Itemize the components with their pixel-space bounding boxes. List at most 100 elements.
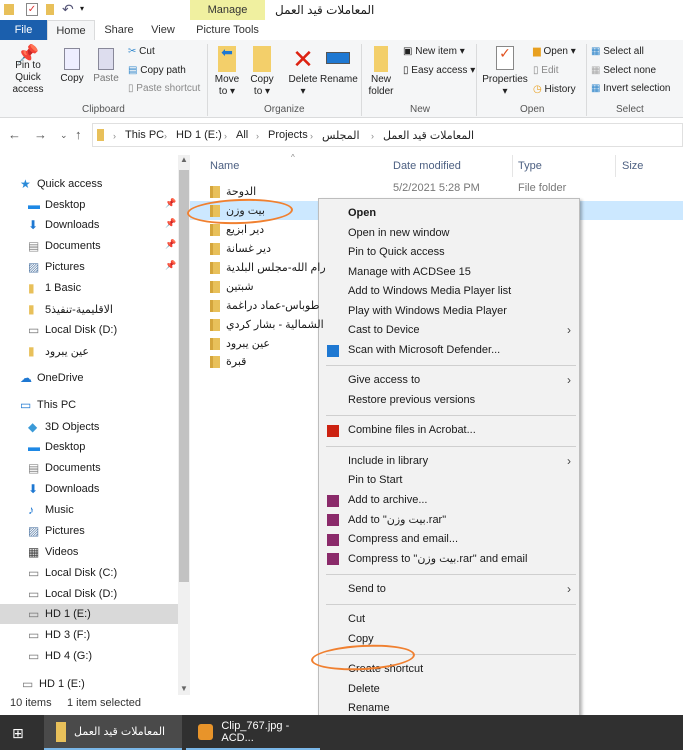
context-menu-item[interactable]: Open (319, 204, 579, 224)
file-row[interactable]: دير غسانة (210, 239, 271, 258)
new-folder-button[interactable]: New folder (364, 46, 398, 98)
properties-button[interactable]: ✓ Properties ▾ (482, 46, 528, 98)
new-item-button[interactable]: ▣ New item ▾ (403, 46, 465, 57)
recent-dropdown-icon[interactable]: ⌄ (60, 130, 68, 141)
nav-item[interactable]: ▭ Local Disk (D:) (28, 320, 117, 340)
new-folder-quick-icon[interactable] (46, 4, 54, 15)
nav-item[interactable]: ◆ 3D Objects (28, 417, 99, 437)
context-menu-item[interactable]: Cut (319, 610, 579, 630)
context-menu-item[interactable]: Restore previous versions (319, 391, 579, 411)
nav-item[interactable]: ▭ HD 1 (E:) (0, 604, 178, 624)
nav-item[interactable]: ▨ Pictures (28, 521, 85, 541)
back-icon[interactable]: ← (8, 127, 21, 142)
breadcrumb-item[interactable]: HD 1 (E:) (176, 129, 222, 141)
tab-file[interactable]: File (0, 20, 47, 40)
context-menu-item[interactable]: Scan with Microsoft Defender... (319, 341, 579, 361)
tab-view[interactable]: View (143, 20, 183, 40)
context-menu-item[interactable]: Cast to Device › (319, 321, 579, 341)
tab-home[interactable]: Home (47, 20, 95, 40)
nav-item[interactable]: ▭ HD 3 (F:) (28, 625, 90, 645)
paste-shortcut-button[interactable]: ▯ Paste shortcut (128, 83, 200, 94)
nav-item[interactable]: ▭ Local Disk (D:) (28, 584, 117, 604)
file-row[interactable]: شبتين (210, 277, 254, 296)
forward-icon[interactable]: → (34, 127, 47, 142)
context-menu-item[interactable]: Open in new window (319, 224, 579, 244)
cut-button[interactable]: ✂ Cut (128, 46, 155, 57)
scroll-up-icon[interactable]: ▲ (180, 155, 188, 164)
pin-quick-access-button[interactable]: 📌 Pin to Quick access (2, 45, 54, 96)
rename-button[interactable]: Rename (320, 46, 358, 86)
context-menu-item[interactable]: Combine files in Acrobat... (319, 421, 579, 441)
tab-picture-tools[interactable]: Picture Tools (190, 20, 265, 40)
nav-item[interactable]: ▨ Pictures (28, 257, 85, 277)
nav-item[interactable]: ▮ عين يبرود (28, 341, 89, 361)
nav-item[interactable]: ★ Quick access (20, 174, 102, 194)
file-row[interactable]: الشمالية - بشار كردي (210, 315, 324, 334)
nav-item[interactable]: ♪ Music (28, 500, 74, 520)
nav-item[interactable]: ▮ 5الاقليمية-تنفيذ (28, 299, 113, 319)
nav-scrollbar-thumb[interactable] (179, 170, 189, 582)
context-menu-item[interactable]: Add to "بيت وزن.rar" (319, 510, 579, 530)
select-none-button[interactable]: ▦ Select none (591, 65, 656, 76)
nav-item[interactable]: ▤ Documents (28, 236, 101, 256)
context-menu-item[interactable]: Include in library › (319, 452, 579, 472)
tab-share[interactable]: Share (100, 20, 138, 40)
properties-quick-icon[interactable]: ✓ (26, 3, 38, 16)
breadcrumb-item[interactable]: Projects (268, 129, 308, 141)
nav-item[interactable]: ▬ Desktop (28, 195, 85, 215)
copy-button[interactable]: Copy (58, 48, 86, 85)
context-menu-item[interactable]: Give access to › (319, 371, 579, 391)
nav-item[interactable]: ▭ HD 4 (G:) (28, 646, 92, 666)
copy-path-button[interactable]: ▤ Copy path (128, 65, 186, 76)
file-row[interactable]: بيت وزن (210, 201, 265, 220)
scroll-down-icon[interactable]: ▼ (180, 684, 188, 693)
file-row[interactable]: رام الله-مجلس البلدية (210, 258, 326, 277)
column-date-modified[interactable]: Date modified (393, 160, 461, 172)
breadcrumb-item[interactable]: المجلس (322, 129, 360, 142)
nav-item[interactable]: ▭ Local Disk (C:) (28, 563, 117, 583)
easy-access-button[interactable]: ▯ Easy access ▾ (403, 65, 475, 76)
nav-item[interactable]: ▤ Documents (28, 458, 101, 478)
column-size[interactable]: Size (622, 160, 643, 172)
taskbar-acdsee-button[interactable]: Clip_767.jpg - ACD... (186, 715, 320, 750)
windows-start-icon[interactable]: ⊞ (12, 725, 24, 742)
column-name[interactable]: Name (210, 160, 239, 172)
select-all-button[interactable]: ▦ Select all (591, 46, 644, 57)
nav-item[interactable]: ▮ 1 Basic (28, 278, 81, 298)
customize-dropdown-icon[interactable]: ▾ (80, 4, 84, 13)
nav-item[interactable]: ▦ Videos (28, 542, 78, 562)
delete-button[interactable]: ✕ Delete ▾ (286, 44, 320, 98)
context-menu-item[interactable]: Add to Windows Media Player list (319, 282, 579, 302)
column-type[interactable]: Type (518, 160, 542, 172)
file-row[interactable]: قبرة (210, 352, 246, 371)
taskbar-explorer-button[interactable]: المعاملات قيد العمل (44, 715, 182, 750)
undo-icon[interactable]: ↶ (62, 1, 74, 18)
context-menu-item[interactable]: Add to archive... (319, 491, 579, 511)
file-row[interactable]: عين يبرود (210, 334, 270, 353)
file-row[interactable]: الدوحة (210, 182, 256, 201)
breadcrumb-item[interactable]: This PC (125, 129, 164, 141)
nav-item[interactable]: ⬇ Downloads (28, 215, 99, 235)
up-icon[interactable]: ↑ (75, 127, 82, 142)
nav-item[interactable]: ☁ OneDrive (20, 368, 83, 388)
move-to-button[interactable]: ⬅ Move to ▾ (212, 45, 242, 98)
copy-to-button[interactable]: Copy to ▾ (247, 46, 277, 98)
context-menu-item[interactable]: Delete (319, 680, 579, 700)
history-button[interactable]: ◷ History (533, 84, 576, 95)
context-menu-item[interactable]: Compress to "بيت وزن.rar" and email (319, 549, 579, 569)
manage-context-tab[interactable]: Manage (190, 0, 265, 20)
context-menu-item[interactable]: Send to › (319, 580, 579, 600)
invert-selection-button[interactable]: ▦ Invert selection (591, 83, 671, 94)
context-menu-item[interactable]: Pin to Quick access (319, 243, 579, 263)
context-menu-item[interactable]: Compress and email... (319, 530, 579, 550)
open-button[interactable]: ▆ Open ▾ (533, 46, 576, 57)
nav-item[interactable]: ▭ HD 1 (E:) (22, 674, 85, 694)
file-row[interactable]: دير ابزيع (210, 220, 264, 239)
paste-button[interactable]: Paste (92, 48, 120, 85)
context-menu-item[interactable]: Manage with ACDSee 15 (319, 263, 579, 283)
file-row[interactable]: طوباس-عماد دراغمة (210, 296, 319, 315)
edit-button[interactable]: ▯ Edit (533, 65, 559, 76)
nav-item[interactable]: ▬ Desktop (28, 437, 85, 457)
breadcrumb-item[interactable]: المعاملات قيد العمل (383, 129, 474, 142)
nav-item[interactable]: ▭ This PC (20, 395, 76, 415)
